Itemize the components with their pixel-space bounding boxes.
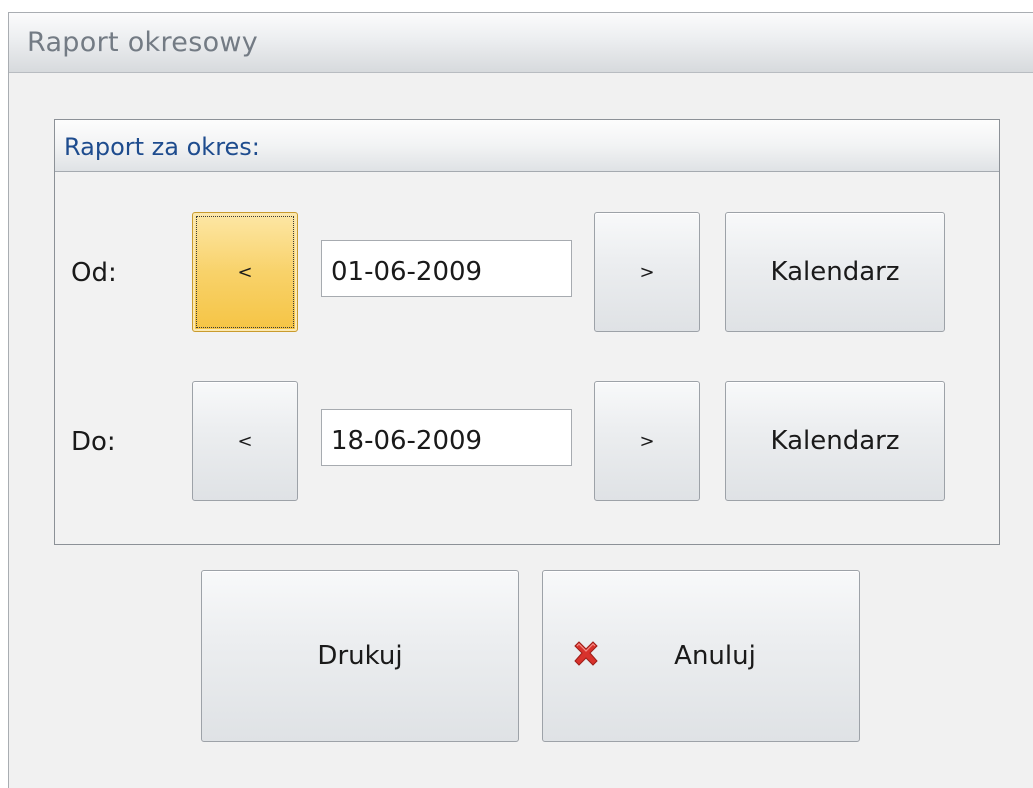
cancel-label: Anuluj [674,641,756,671]
to-prev-date-button[interactable]: < [192,381,298,501]
to-label: Do: [71,427,116,457]
title-bar: Raport okresowy [9,13,1033,73]
from-next-label: > [639,261,655,283]
to-next-label: > [639,430,655,452]
from-prev-label: < [237,261,253,283]
group-header: Raport za okres: [55,120,999,172]
to-prev-label: < [237,430,253,452]
window-title: Raport okresowy [27,27,259,58]
print-button[interactable]: Drukuj [201,570,519,742]
cancel-button[interactable]: Anuluj [542,570,860,742]
from-date-field[interactable] [321,240,572,297]
from-label: Od: [71,258,117,288]
to-next-date-button[interactable]: > [594,381,700,501]
from-calendar-label: Kalendarz [770,257,900,287]
group-title: Raport za okres: [64,133,260,161]
close-icon [574,641,598,666]
print-label: Drukuj [317,641,403,671]
report-period-group: Raport za okres: Od: < > Kalendarz Do: <… [54,119,1000,545]
from-next-date-button[interactable]: > [594,212,700,332]
to-calendar-label: Kalendarz [770,426,900,456]
from-calendar-button[interactable]: Kalendarz [725,212,945,332]
to-date-field[interactable] [321,409,572,466]
report-dialog-window: Raport okresowy Raport za okres: Od: < >… [8,12,1033,788]
to-calendar-button[interactable]: Kalendarz [725,381,945,501]
from-prev-date-button[interactable]: < [192,212,298,332]
